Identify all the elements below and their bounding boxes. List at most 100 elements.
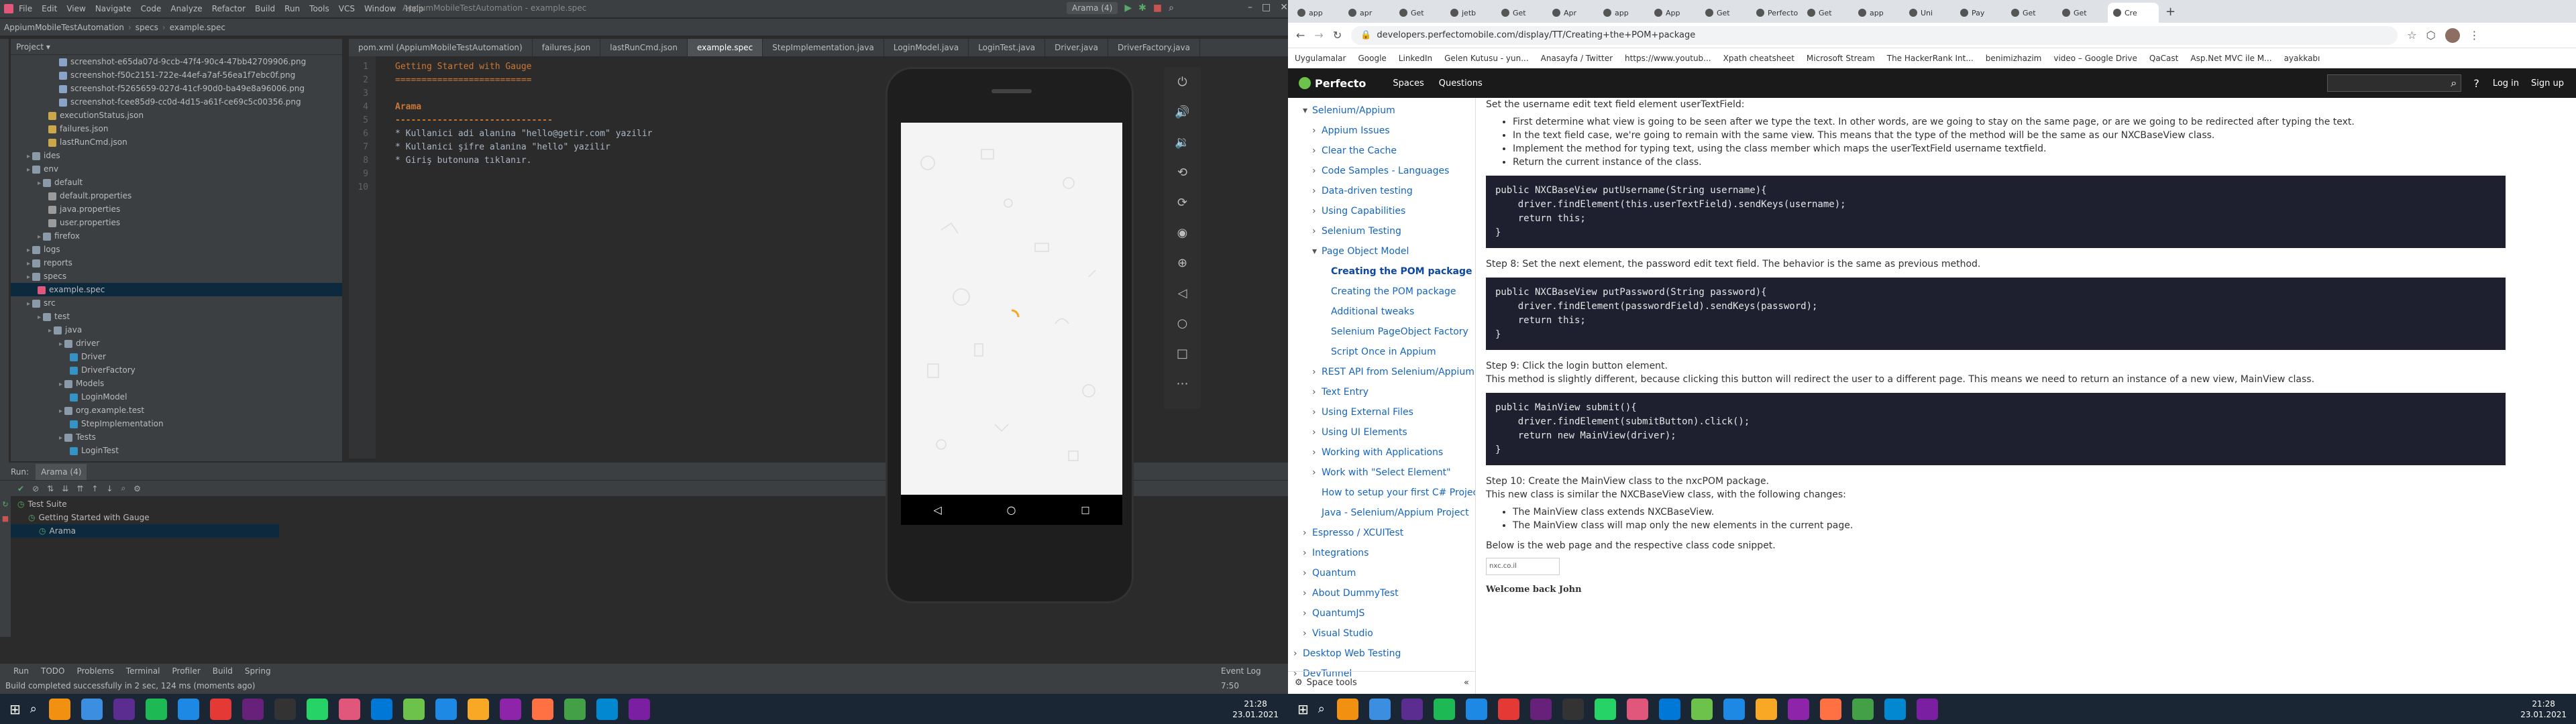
volume-up-icon[interactable]: 🔊 — [1164, 97, 1201, 127]
browser-tab[interactable]: Get — [1700, 3, 1751, 23]
tree-toggle-icon[interactable]: › — [1312, 201, 1322, 221]
tree-item[interactable]: failures.json — [11, 122, 342, 135]
bookmark[interactable]: The HackerRank Int... — [1887, 54, 1974, 63]
page-tree-item[interactable]: › Code Samples - Languages — [1288, 161, 1475, 181]
login-link[interactable]: Log in — [2493, 78, 2519, 88]
tree-item[interactable]: user.properties — [11, 216, 342, 229]
tree-toggle-icon[interactable]: › — [1303, 543, 1312, 563]
taskbar-app-icon[interactable] — [1658, 698, 1680, 720]
browser-tab[interactable]: Uni — [1904, 3, 1955, 23]
zoom-icon[interactable]: ⌕ — [121, 483, 125, 493]
tree-item[interactable]: ▸ default — [11, 176, 342, 189]
bookmark[interactable]: QaCast — [2149, 54, 2179, 63]
bookmark[interactable]: https://www.youtub... — [1625, 54, 1711, 63]
sort-icon[interactable]: ⇅ — [47, 484, 54, 493]
editor-tab[interactable]: failures.json — [533, 39, 601, 56]
new-tab-icon[interactable]: + — [2165, 5, 2176, 19]
project-label[interactable]: Project — [16, 42, 44, 52]
windows-start-icon[interactable]: ⊞ — [9, 701, 21, 717]
taskbar-app-icon[interactable] — [1755, 698, 1777, 720]
browser-tab[interactable]: Get — [2057, 3, 2108, 23]
tree-toggle-icon[interactable]: › — [1312, 402, 1322, 422]
taskbar-app-icon[interactable] — [1562, 698, 1584, 720]
stop-run-icon[interactable]: ■ — [0, 514, 11, 523]
taskbar-app-icon[interactable] — [1594, 698, 1616, 720]
run-icon[interactable]: ▶ — [1124, 3, 1132, 13]
tree-item[interactable]: ▸ java — [11, 323, 342, 337]
page-tree-item[interactable]: › QuantumJS — [1288, 603, 1475, 623]
taskbar-app-icon[interactable] — [1851, 698, 1874, 720]
volume-down-icon[interactable]: 🔉 — [1164, 127, 1201, 158]
taskbar-app-icon[interactable] — [145, 698, 167, 720]
tree-item[interactable]: LoginTest — [11, 444, 342, 457]
taskbar-app-icon[interactable] — [467, 698, 489, 720]
page-tree-item[interactable]: › REST API from Selenium/Appium — [1288, 362, 1475, 382]
bottom-tab-problems[interactable]: Problems — [76, 666, 113, 676]
taskbar-app-icon[interactable] — [48, 698, 70, 720]
tree-item[interactable]: screenshot-f5265659-027d-41cf-90d0-ba49e… — [11, 82, 342, 95]
page-tree-item[interactable]: › Work with "Select Element" — [1288, 463, 1475, 483]
bottom-tab-profiler[interactable]: Profiler — [172, 666, 201, 676]
taskbar-app-icon[interactable] — [1401, 698, 1423, 720]
taskbar-search-icon[interactable]: ⌕ — [1318, 702, 1325, 716]
tree-toggle-icon[interactable]: › — [1312, 362, 1322, 382]
expand-arrow-icon[interactable]: ▸ — [59, 408, 62, 415]
tree-item[interactable]: ▸ env — [11, 162, 342, 176]
taskbar-app-icon[interactable] — [1723, 698, 1745, 720]
next-icon[interactable]: ↓ — [106, 484, 113, 493]
space-tools-button[interactable]: Space tools — [1307, 678, 1357, 688]
taskbar-app-icon[interactable] — [306, 698, 328, 720]
tree-item[interactable]: executionStatus.json — [11, 109, 342, 122]
bookmark[interactable]: Gelen Kutusu - yun... — [1444, 54, 1529, 63]
collapse-all-icon[interactable]: ⇈ — [76, 484, 83, 493]
tree-toggle-icon[interactable]: › — [1293, 644, 1303, 664]
expand-arrow-icon[interactable]: ▸ — [27, 153, 30, 160]
taskbar-app-icon[interactable] — [274, 698, 296, 720]
bottom-tab-run[interactable]: Run — [13, 666, 29, 676]
back-icon[interactable]: ◁ — [1164, 278, 1201, 308]
editor-tab[interactable]: StepImplementation.java — [763, 39, 884, 56]
tree-item[interactable]: ▸ driver — [11, 337, 342, 350]
bookmark[interactable]: benimizhazim — [1986, 54, 2042, 63]
page-tree-item[interactable]: Creating the POM package — [1288, 261, 1475, 282]
browser-tab[interactable]: Get — [1394, 3, 1445, 23]
expand-arrow-icon[interactable]: ▸ — [27, 260, 30, 267]
browser-tab[interactable]: Perfecto — [1751, 3, 1802, 23]
tree-item[interactable]: screenshot-f50c2151-722e-44ef-a7af-56ea1… — [11, 68, 342, 82]
expand-arrow-icon[interactable]: ▸ — [38, 180, 41, 187]
page-tree-item[interactable]: › Integrations — [1288, 543, 1475, 563]
test-node[interactable]: ◷ Getting Started with Gauge — [11, 511, 279, 524]
menu-run[interactable]: Run — [284, 4, 300, 13]
menu-window[interactable]: Window — [364, 4, 396, 13]
browser-tab[interactable]: Get — [1496, 3, 1547, 23]
tree-item[interactable]: example.spec — [11, 283, 342, 296]
settings-icon[interactable]: ⚙ — [133, 484, 141, 493]
tree-item[interactable]: ▸ test — [11, 310, 342, 323]
editor-tab[interactable]: DriverFactory.java — [1108, 39, 1200, 56]
nav-spaces[interactable]: Spaces — [1393, 78, 1424, 88]
tests-passed-icon[interactable]: ✔ — [17, 484, 24, 493]
taskbar-app-icon[interactable] — [113, 698, 135, 720]
tree-item[interactable]: java.properties — [11, 202, 342, 216]
menu-icon[interactable]: ⋮ — [2469, 29, 2480, 42]
bookmark[interactable]: ayakkabı — [2284, 54, 2320, 63]
page-tree-item[interactable]: › Selenium Testing — [1288, 221, 1475, 241]
taskbar-app-icon[interactable] — [1433, 698, 1455, 720]
tree-item[interactable]: lastRunCmd.json — [11, 135, 342, 149]
taskbar-app-icon[interactable] — [499, 698, 521, 720]
breadcrumb-item[interactable]: specs — [136, 23, 158, 32]
tree-item[interactable]: StepImplementation — [11, 417, 342, 430]
tree-item[interactable]: DriverFactory — [11, 363, 342, 377]
tree-item[interactable]: ▸ Tests — [11, 430, 342, 444]
prev-icon[interactable]: ↑ — [91, 484, 98, 493]
power-icon[interactable]: ⏻ — [1164, 67, 1201, 97]
page-tree-item[interactable]: › Espresso / XCUITest — [1288, 523, 1475, 543]
editor-tab[interactable]: lastRunCmd.json — [600, 39, 688, 56]
taskbar-app-icon[interactable] — [435, 698, 457, 720]
page-tree-item[interactable]: › Using Capabilities — [1288, 201, 1475, 221]
taskbar-app-icon[interactable] — [1916, 698, 1938, 720]
taskbar-app-icon[interactable] — [1819, 698, 1841, 720]
browser-tab[interactable]: Get — [1802, 3, 1853, 23]
page-tree-item[interactable]: ▾ Page Object Model — [1288, 241, 1475, 261]
zoom-icon[interactable]: ⊕ — [1164, 248, 1201, 278]
